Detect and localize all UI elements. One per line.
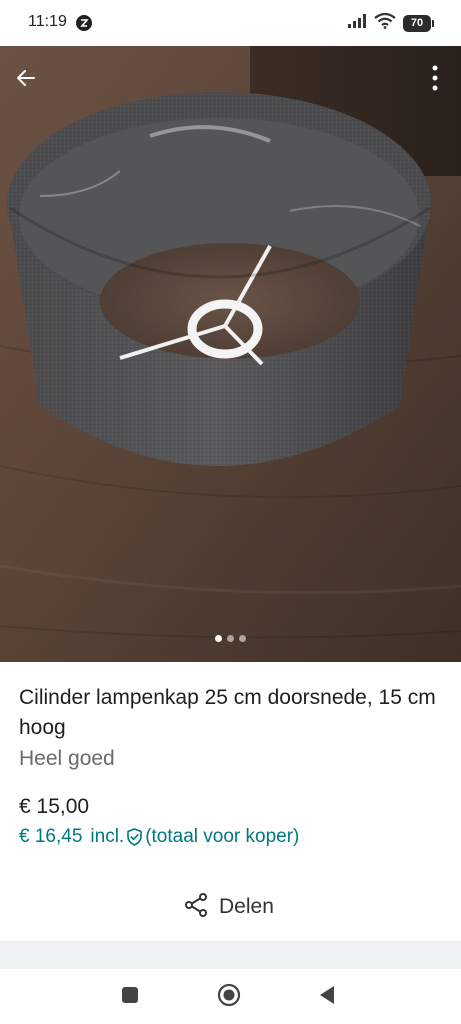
home-button[interactable] xyxy=(215,983,243,1011)
product-condition: Heel goed xyxy=(19,747,115,770)
share-button[interactable]: Delen xyxy=(183,890,274,924)
gallery-dot[interactable] xyxy=(215,635,222,642)
product-price: € 15,00 xyxy=(19,795,90,818)
price-incl-amount: € 16,45 xyxy=(19,826,83,847)
nav-back-button[interactable] xyxy=(313,983,341,1011)
triangle-back-icon xyxy=(318,985,336,1010)
gallery-pagination xyxy=(0,635,461,642)
circle-icon xyxy=(217,983,241,1012)
arrow-left-icon xyxy=(14,66,38,95)
product-photo xyxy=(0,46,461,662)
wifi-icon xyxy=(374,12,396,34)
shield-check-icon xyxy=(126,828,143,846)
status-indicators: 70 xyxy=(347,12,434,34)
share-label: Delen xyxy=(219,895,274,918)
back-button[interactable] xyxy=(2,56,50,104)
more-options-button[interactable] xyxy=(411,56,459,104)
section-divider xyxy=(0,941,461,969)
product-details: Cilinder lampenkap 25 cm doorsnede, 15 c… xyxy=(19,683,443,773)
product-photo-gallery[interactable] xyxy=(0,46,461,662)
price-incl-label: incl. xyxy=(90,826,125,847)
more-vertical-icon xyxy=(431,65,439,96)
signal-icon xyxy=(347,13,367,34)
status-bar: 11:19 70 xyxy=(0,0,461,46)
share-icon xyxy=(183,892,209,923)
system-navigation-bar xyxy=(0,969,461,1024)
square-icon xyxy=(121,986,139,1009)
gallery-dot[interactable] xyxy=(239,635,246,642)
gallery-dot[interactable] xyxy=(227,635,234,642)
recents-button[interactable] xyxy=(116,983,144,1011)
battery-indicator: 70 xyxy=(403,14,434,32)
price-incl-buyer-protection[interactable]: € 16,45 incl. (totaal voor koper) xyxy=(19,826,299,848)
notification-app-icon xyxy=(76,15,92,31)
status-time: 11:19 xyxy=(28,13,67,30)
product-title: Cilinder lampenkap 25 cm doorsnede, 15 c… xyxy=(19,686,436,739)
price-incl-note: (totaal voor koper) xyxy=(145,826,300,847)
